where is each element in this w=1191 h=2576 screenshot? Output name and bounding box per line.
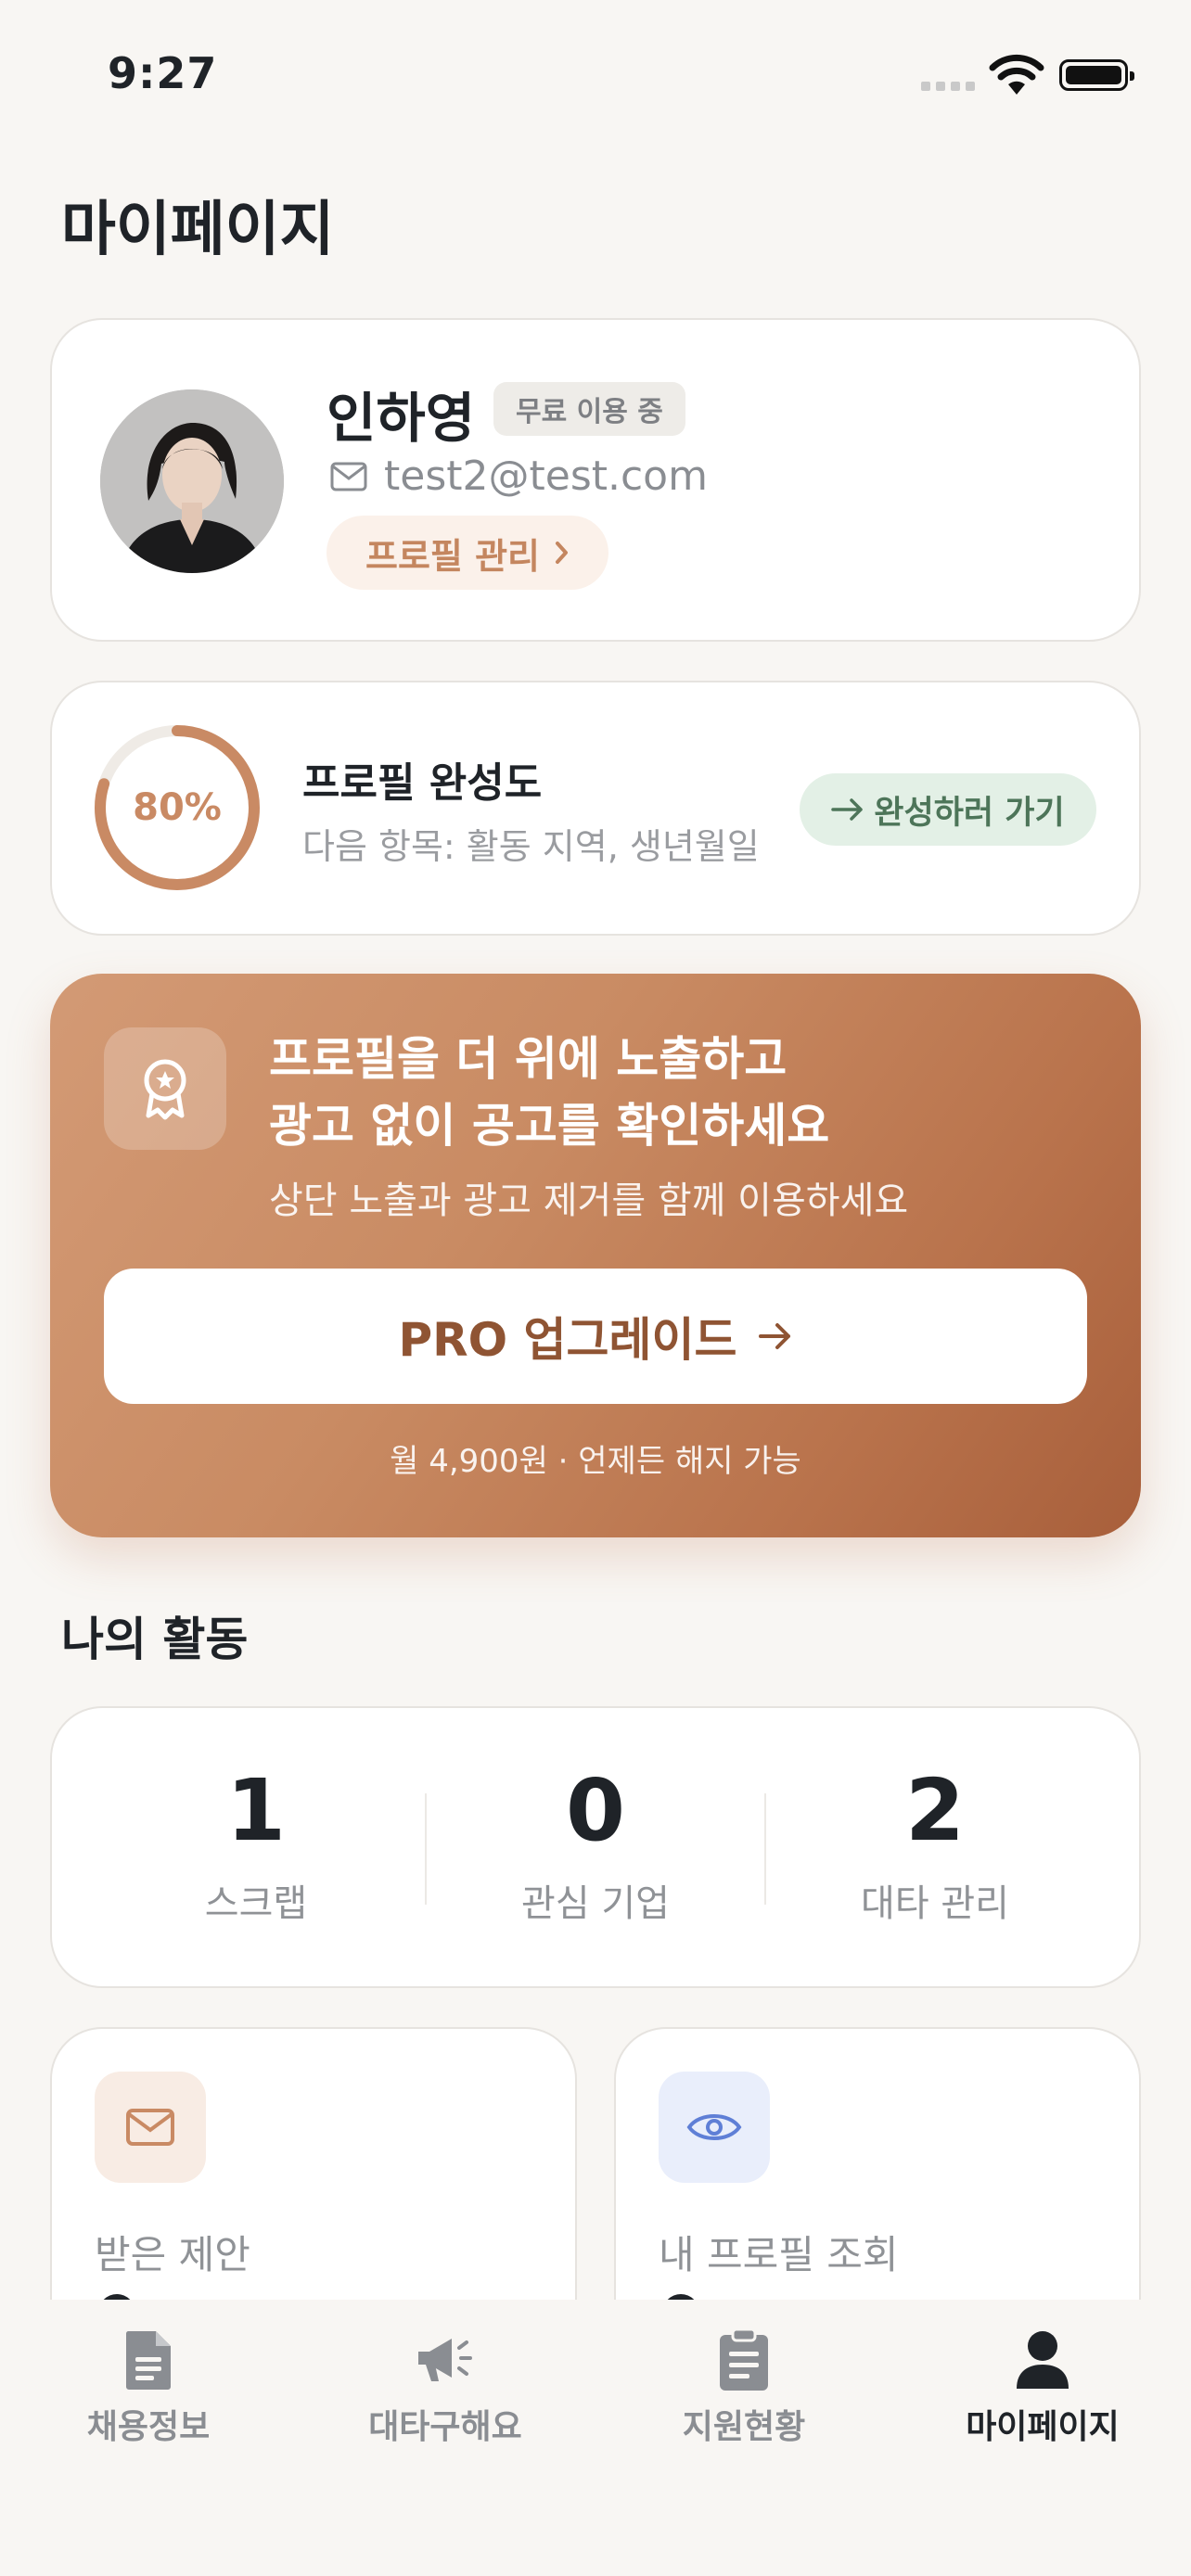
pro-upgrade-button[interactable]: PRO 업그레이드 [104, 1269, 1087, 1404]
tab-applications[interactable]: 지원현황 [596, 2327, 892, 2448]
tab-label: 마이페이지 [966, 2408, 1120, 2446]
pro-upgrade-label: PRO 업그레이드 [398, 1313, 737, 1367]
mail-icon [330, 462, 367, 491]
avatar[interactable] [100, 389, 284, 573]
promo-subtitle: 상단 노출과 광고 제거를 함께 이용하세요 [269, 1180, 909, 1222]
status-time: 9:27 [108, 48, 218, 98]
arrow-right-icon [758, 1323, 790, 1349]
complete-profile-label: 완성하러 가기 [874, 794, 1065, 832]
tab-label: 채용정보 [86, 2408, 211, 2446]
stat-interested-companies[interactable]: 0 관심 기업 [456, 1760, 735, 1927]
stat-label: 관심 기업 [521, 1882, 670, 1925]
stat-scrap[interactable]: 1 스크랩 [117, 1760, 395, 1927]
avatar-photo [100, 389, 284, 573]
stat-value: 1 [225, 1761, 286, 1860]
stat-divider [764, 1793, 766, 1905]
clipboard-icon [720, 2327, 768, 2391]
received-offers-label: 받은 제안 [95, 2232, 250, 2277]
megaphone-icon [418, 2339, 472, 2381]
promo-title: 프로필을 더 위에 노출하고 광고 없이 공고를 확인하세요 [269, 1026, 829, 1159]
completion-title: 프로필 완성도 [302, 759, 543, 807]
promo-title-line1: 프로필을 더 위에 노출하고 [269, 1032, 788, 1086]
profile-email: test2@test.com [384, 453, 708, 500]
signal-icon [921, 82, 975, 91]
profile-manage-label: 프로필 관리 [365, 535, 541, 577]
eye-icon [659, 2072, 770, 2183]
completion-percent: 80% [133, 786, 222, 829]
complete-profile-button[interactable]: 완성하러 가기 [800, 773, 1096, 846]
award-icon [104, 1027, 226, 1150]
completion-subtitle: 다음 항목: 활동 지역, 생년월일 [302, 826, 760, 867]
wifi-icon [989, 54, 1044, 95]
tab-label: 지원현황 [682, 2408, 806, 2446]
arrow-right-icon [831, 798, 864, 821]
stat-value: 2 [904, 1761, 965, 1860]
tab-substitute[interactable]: 대타구해요 [297, 2327, 594, 2448]
plan-badge: 무료 이용 중 [493, 382, 685, 436]
stat-label: 스크랩 [204, 1882, 308, 1925]
person-icon [1017, 2331, 1069, 2389]
page-title: 마이페이지 [61, 196, 335, 264]
stat-substitute-manage[interactable]: 2 대타 관리 [796, 1760, 1074, 1927]
promo-title-line2: 광고 없이 공고를 확인하세요 [269, 1099, 830, 1153]
battery-icon [1059, 59, 1134, 91]
activity-section-title: 나의 활동 [61, 1613, 249, 1666]
stat-label: 대타 관리 [861, 1882, 1009, 1925]
profile-manage-button[interactable]: 프로필 관리 [327, 516, 608, 590]
promo-price-note: 월 4,900원 · 언제든 해지 가능 [390, 1443, 801, 1480]
stat-value: 0 [565, 1761, 625, 1860]
tab-jobs[interactable]: 채용정보 [0, 2327, 297, 2448]
mail-icon [95, 2072, 206, 2183]
stat-divider [425, 1793, 427, 1905]
tab-mypage[interactable]: 마이페이지 [894, 2327, 1191, 2448]
profile-views-label: 내 프로필 조회 [659, 2232, 899, 2277]
chevron-right-icon [556, 542, 569, 564]
profile-name: 인하영 [327, 387, 476, 450]
document-icon [125, 2331, 171, 2390]
tab-label: 대타구해요 [368, 2408, 522, 2446]
